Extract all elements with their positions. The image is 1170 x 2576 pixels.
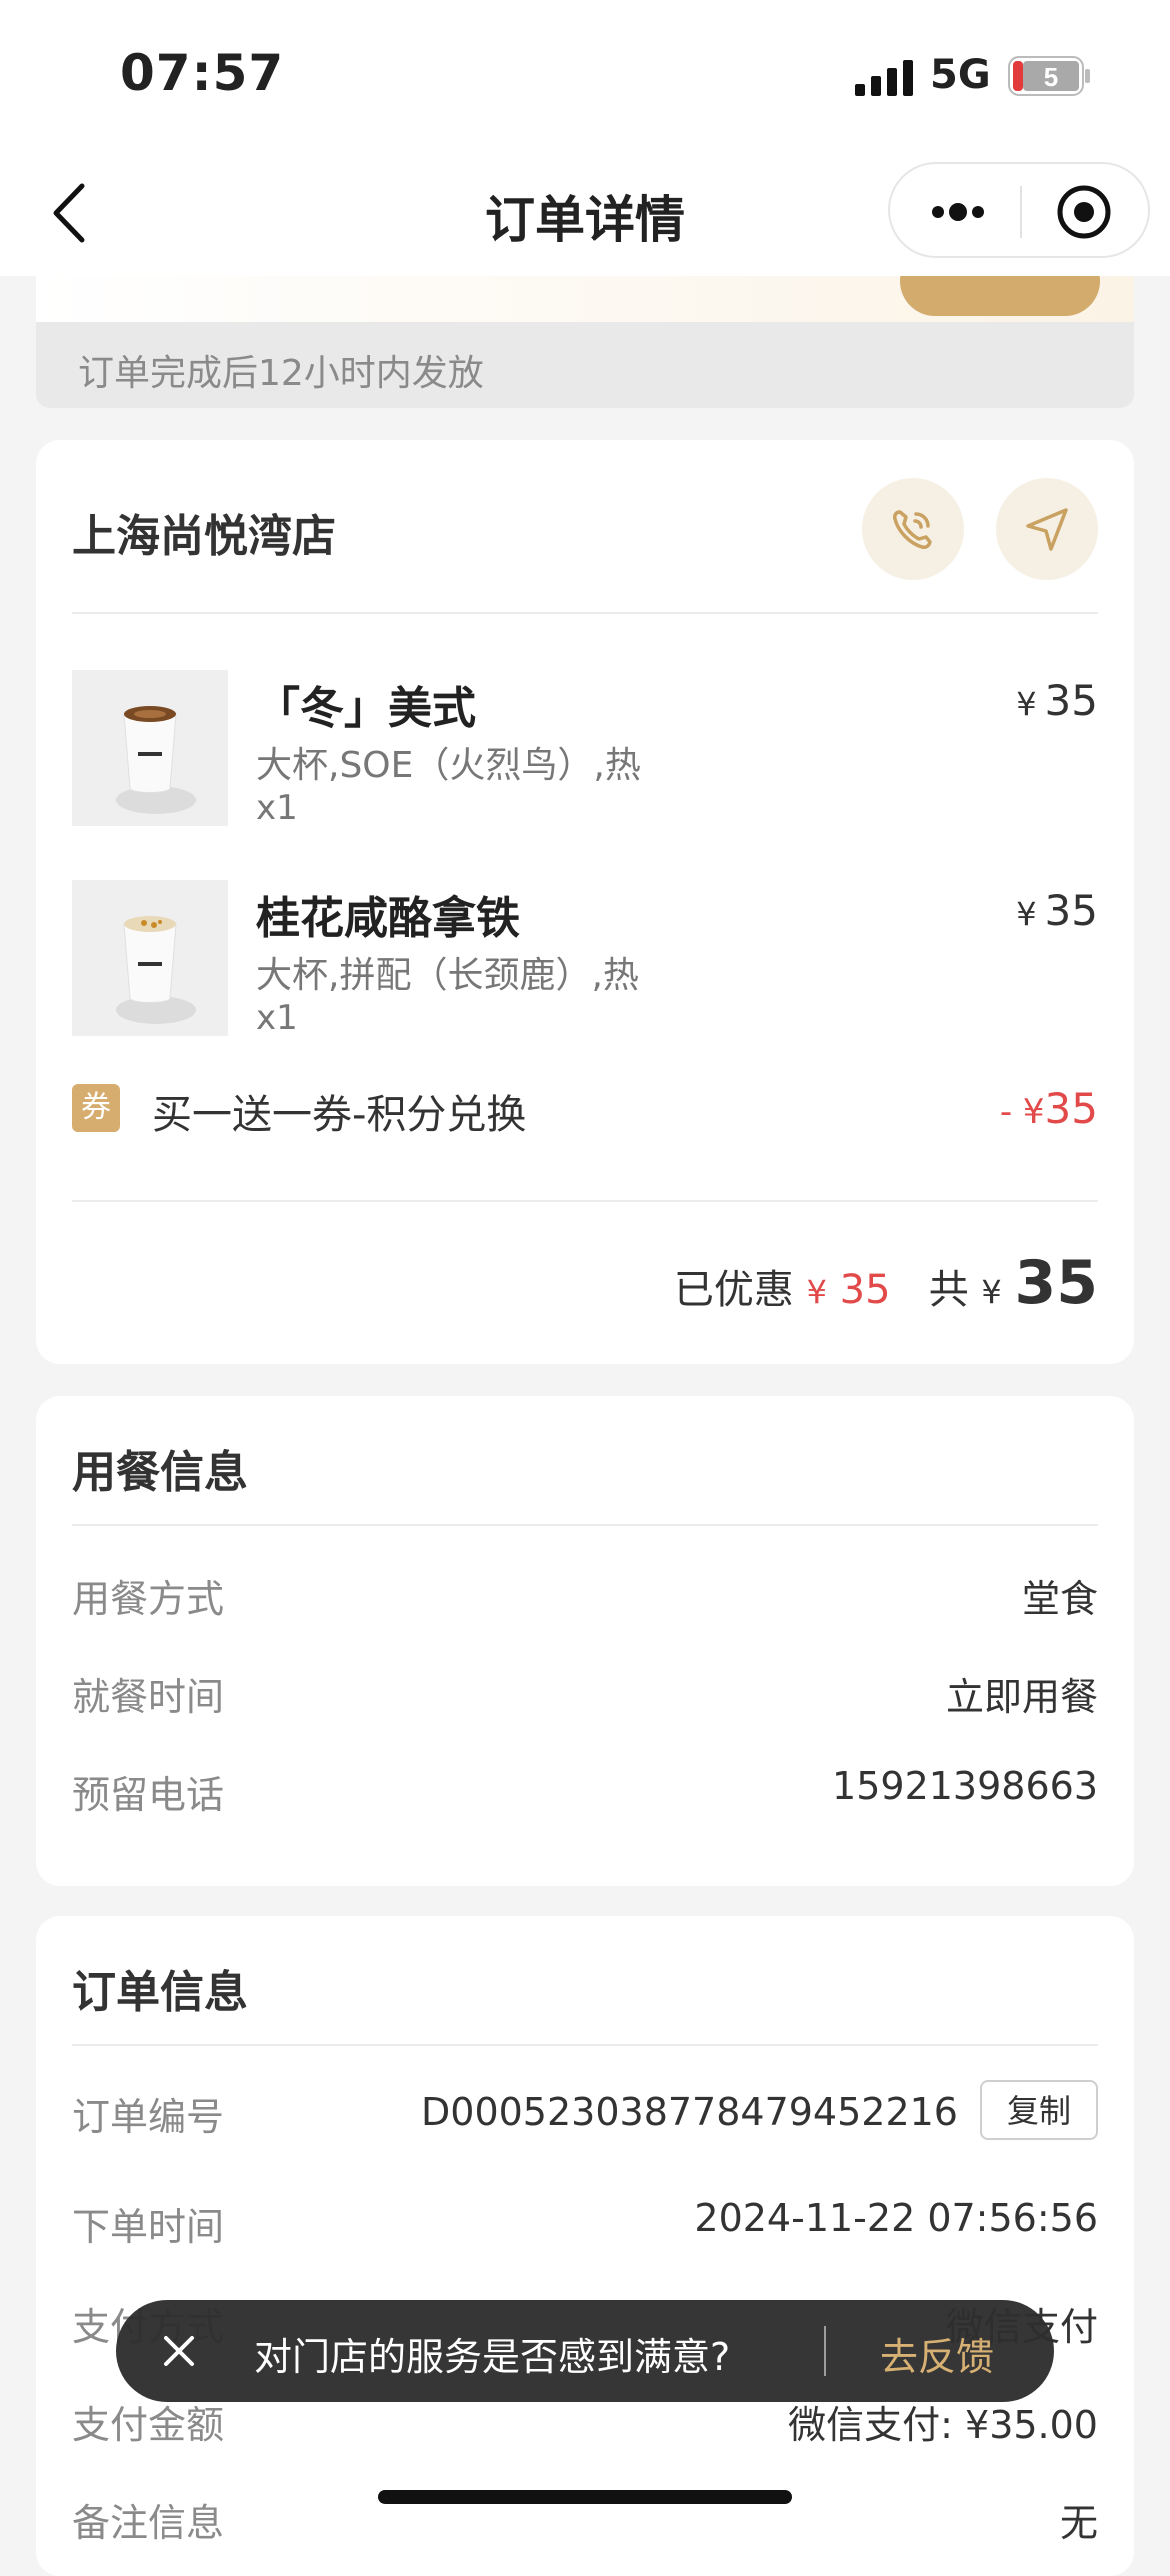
phone-icon (893, 510, 932, 549)
coupon-row: 券 买一送一券-积分兑换 - ¥35 (72, 1080, 1098, 1138)
info-row-dining-mode: 用餐方式 堂食 (72, 1568, 1098, 1628)
coupon-label: 买一送一券-积分兑换 (152, 1092, 527, 1138)
coupon-amount-prefix: - ¥ (999, 1092, 1045, 1132)
coupon-amount: 35 (1044, 1084, 1098, 1133)
product-image (72, 670, 228, 826)
total-label: 共 (928, 1267, 969, 1313)
reward-banner (36, 276, 1134, 322)
toast-divider (824, 2326, 826, 2376)
row-key: 支付金额 (72, 2403, 225, 2447)
coupon-tag: 券 (72, 1084, 120, 1132)
reward-notice: 订单完成后12小时内发放 (36, 322, 1134, 408)
info-row-phone: 预留电话 15921398663 (72, 1764, 1098, 1824)
row-key: 下单时间 (72, 2205, 225, 2249)
row-value: 立即用餐 (945, 1675, 1098, 1719)
row-key: 备注信息 (72, 2501, 225, 2545)
feedback-button[interactable]: 去反馈 (880, 2326, 994, 2381)
signal-icon (855, 60, 913, 96)
row-value: 2024-11-22 07:56:56 (694, 2196, 1098, 2240)
total-currency: ¥ (981, 1273, 1002, 1311)
info-row-order-time: 下单时间 2024-11-22 07:56:56 (72, 2196, 1098, 2256)
dining-divider (72, 1524, 1098, 1526)
latte-cup-image (72, 880, 228, 1036)
info-row-dining-time: 就餐时间 立即用餐 (72, 1666, 1098, 1726)
item-price-value: 35 (1044, 886, 1098, 935)
discount-amount: ¥ 35 (807, 1267, 891, 1313)
row-value: 堂食 (1021, 1577, 1098, 1621)
order-info-title: 订单信息 (72, 1967, 248, 2018)
discount-label: 已优惠 (673, 1267, 794, 1313)
info-row-payment-amount: 支付金额 微信支付: ¥35.00 (72, 2394, 1098, 2454)
row-value: 无 (1059, 2501, 1098, 2545)
feedback-message: 对门店的服务是否感到满意? (254, 2335, 731, 2379)
item-price-value: 35 (1044, 676, 1098, 725)
product-image (72, 880, 228, 1036)
row-value: 微信支付: ¥35.00 (788, 2403, 1098, 2447)
item-qty: x1 (256, 788, 298, 828)
item-price: ¥35 (1016, 886, 1098, 935)
row-key: 就餐时间 (72, 1675, 225, 1719)
nav-bar: 订单详情 (0, 150, 1170, 276)
discount-currency: ¥ (806, 1273, 827, 1311)
discount-value: 35 (839, 1267, 891, 1313)
order-item: 桂花咸酪拿铁 大杯,拼配（长颈鹿）,热 x1 ¥35 (72, 880, 1098, 1040)
coupon-discount: - ¥35 (1000, 1084, 1098, 1133)
order-item: 「冬」美式 大杯,SOE（火烈鸟）,热 x1 ¥35 (72, 670, 1098, 830)
call-store-button[interactable] (862, 478, 964, 580)
dining-info-title: 用餐信息 (72, 1447, 248, 1498)
home-indicator (378, 2490, 792, 2504)
status-bar: 07:57 5G 5 (0, 0, 1170, 150)
order-divider (72, 2044, 1098, 2046)
store-divider (72, 612, 1098, 614)
currency-symbol: ¥ (1016, 685, 1037, 723)
notice-text: 订单完成后12小时内发放 (78, 353, 484, 394)
item-name: 桂花咸酪拿铁 (256, 893, 520, 944)
item-spec: 大杯,SOE（火烈鸟）,热 (256, 745, 641, 786)
navigation-arrow-icon (1026, 508, 1068, 551)
total-amount: 35 (1014, 1248, 1099, 1318)
row-value: 15921398663 (832, 1764, 1098, 1808)
feedback-toast: 对门店的服务是否感到满意? 去反馈 (116, 2300, 1054, 2402)
info-row-order-number: 订单编号 D000523038778479452216 复制 (72, 2080, 1098, 2146)
currency-symbol: ¥ (1016, 895, 1037, 933)
coffee-cup-image (72, 670, 228, 826)
totals-divider (72, 1200, 1098, 1202)
store-card: 上海尚悦湾店 「冬」美式 大杯,SOE（火烈鸟）,热 x1 ¥35 桂花咸酪拿铁… (36, 440, 1134, 1364)
battery-level: 5 (1044, 62, 1058, 92)
order-info-card: 订单信息 订单编号 D000523038778479452216 复制 下单时间… (36, 1916, 1134, 2576)
item-price: ¥35 (1016, 676, 1098, 725)
copy-order-number-button[interactable]: 复制 (980, 2080, 1098, 2140)
status-time: 07:57 (120, 44, 285, 102)
navigate-store-button[interactable] (996, 478, 1098, 580)
item-name: 「冬」美式 (256, 683, 476, 734)
order-totals: 已优惠 ¥ 35 共 ¥ 35 (674, 1248, 1098, 1318)
capsule-divider (1020, 186, 1022, 238)
more-icon[interactable] (928, 194, 988, 230)
close-mini-program-icon[interactable] (1056, 184, 1112, 240)
network-type: 5G (930, 52, 991, 98)
close-icon[interactable] (158, 2330, 200, 2372)
mini-program-capsule (888, 162, 1150, 258)
store-name: 上海尚悦湾店 (72, 511, 336, 562)
dining-info-card: 用餐信息 用餐方式 堂食 就餐时间 立即用餐 预留电话 15921398663 (36, 1396, 1134, 1886)
row-key: 订单编号 (72, 2095, 225, 2139)
item-qty: x1 (256, 998, 298, 1038)
row-key: 用餐方式 (72, 1577, 225, 1621)
redeem-button[interactable] (900, 276, 1100, 316)
item-spec: 大杯,拼配（长颈鹿）,热 (256, 955, 639, 996)
battery-icon: 5 (1008, 56, 1090, 96)
order-number: D000523038778479452216 (421, 2090, 958, 2134)
row-key: 预留电话 (72, 1773, 225, 1817)
